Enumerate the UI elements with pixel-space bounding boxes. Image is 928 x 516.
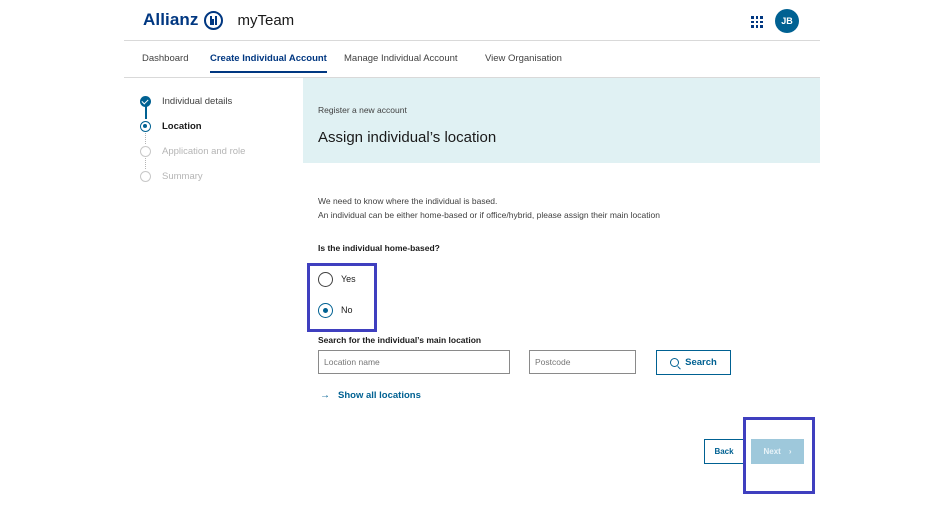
page-banner: Register a new account Assign individual…: [303, 78, 820, 163]
search-icon: [670, 358, 680, 367]
arrow-right-icon: →: [320, 390, 330, 401]
postcode-input[interactable]: [529, 350, 636, 374]
nav-create-individual-account[interactable]: Create Individual Account: [210, 53, 327, 73]
intro-line-1: We need to know where the individual is …: [318, 196, 498, 206]
intro-text: We need to know where the individual is …: [318, 194, 660, 222]
location-search-label: Search for the individual’s main locatio…: [318, 335, 482, 345]
app-name: myTeam: [237, 11, 295, 29]
page-title: Assign individual’s location: [318, 129, 497, 146]
allianz-logo-text: Allianz: [143, 10, 199, 29]
user-avatar[interactable]: JB: [775, 9, 799, 33]
nav-view-organisation[interactable]: View Organisation: [485, 53, 562, 64]
check-circle-icon: [140, 95, 151, 107]
intro-line-2: An individual can be either home-based o…: [318, 210, 660, 220]
main-nav: Dashboard Create Individual Account Mana…: [124, 41, 820, 78]
nav-dashboard[interactable]: Dashboard: [142, 53, 188, 64]
location-name-input[interactable]: [318, 350, 510, 374]
step-label: Application and role: [162, 145, 246, 157]
step-label: Individual details: [162, 95, 233, 107]
search-button[interactable]: Search: [656, 350, 731, 375]
annotation-highlight-radios: [307, 263, 377, 332]
annotation-highlight-next: [743, 417, 815, 494]
allianz-logo-icon: [203, 10, 223, 30]
show-all-locations-label: Show all locations: [338, 390, 421, 401]
step-label: Location: [162, 120, 202, 132]
app-header: Allianz myTeam JB: [124, 0, 820, 41]
step-summary: Summary: [140, 169, 203, 183]
step-location: Location: [140, 119, 202, 133]
step-application-and-role: Application and role: [140, 144, 245, 158]
search-button-label: Search: [685, 357, 717, 368]
step-individual-details[interactable]: Individual details: [140, 94, 232, 108]
step-label: Summary: [162, 170, 203, 182]
progress-stepper: Individual details Location Application …: [140, 94, 300, 194]
current-step-icon: [140, 120, 151, 132]
brand[interactable]: Allianz myTeam: [143, 10, 294, 30]
page-subtitle: Register a new account: [318, 105, 407, 115]
nav-manage-individual-account[interactable]: Manage Individual Account: [344, 53, 458, 64]
home-based-question: Is the individual home-based?: [318, 243, 440, 253]
show-all-locations-link[interactable]: → Show all locations: [320, 390, 421, 401]
apps-grid-icon[interactable]: [751, 16, 763, 28]
back-button[interactable]: Back: [704, 439, 744, 464]
pending-step-icon: [140, 170, 151, 182]
pending-step-icon: [140, 145, 151, 157]
